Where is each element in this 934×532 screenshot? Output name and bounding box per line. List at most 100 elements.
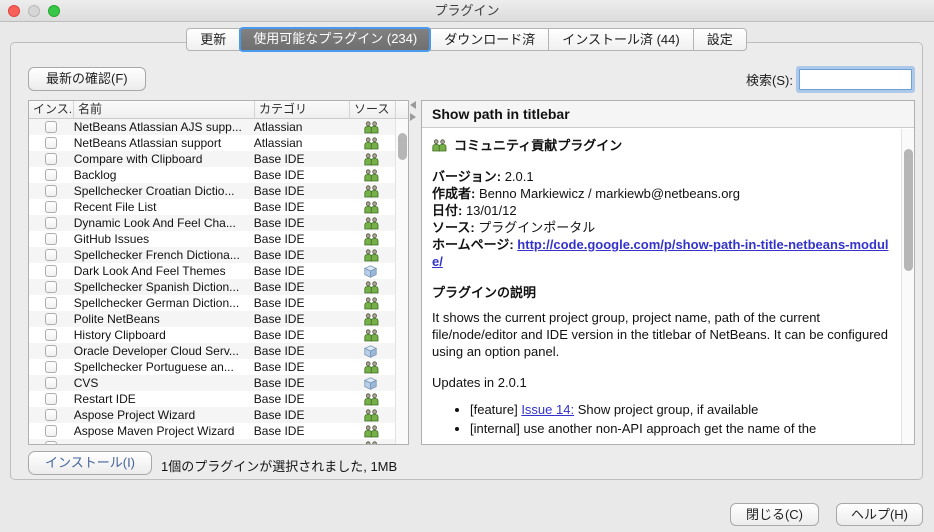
plugin-row[interactable]: Recent File List Base IDE — [29, 199, 395, 215]
install-button[interactable]: インストール(I) — [28, 451, 153, 475]
plugin-row[interactable]: Spellchecker German Diction... Base IDE — [29, 295, 395, 311]
plugin-checkbox[interactable] — [45, 281, 58, 293]
plugin-row[interactable]: Polite NetBeans Base IDE — [29, 311, 395, 327]
plugin-category: Base IDE — [253, 376, 305, 390]
plugin-checkbox[interactable] — [45, 313, 58, 325]
plugin-category: Base IDE — [253, 152, 305, 166]
community-users-icon — [364, 312, 379, 326]
community-users-icon — [364, 424, 379, 438]
plugin-row[interactable]: Compare with Clipboard Base IDE — [29, 151, 395, 167]
community-users-icon — [364, 280, 379, 294]
plugin-name: Dark Look And Feel Themes — [73, 264, 226, 278]
plugin-checkbox[interactable] — [45, 185, 58, 197]
plugin-row[interactable]: Spellchecker Portuguese an... Base IDE — [29, 359, 395, 375]
plugin-row[interactable]: Oracle Developer Cloud Serv... Base IDE — [29, 343, 395, 359]
table-scrollbar[interactable] — [395, 119, 408, 444]
plugin-row[interactable]: Dynamic Look And Feel Cha... Base IDE — [29, 215, 395, 231]
community-users-icon — [364, 184, 379, 198]
plugin-table-header: インス... 名前 カテゴリ ソース — [29, 101, 408, 119]
help-button[interactable]: ヘルプ(H) — [836, 503, 923, 526]
community-users-icon — [364, 360, 379, 374]
detail-meta-line: ホームページ: http://code.google.com/p/show-pa… — [432, 237, 889, 269]
plugin-row[interactable]: Backlog Base IDE — [29, 167, 395, 183]
check-newest-button[interactable]: 最新の確認(F) — [28, 67, 146, 91]
plugin-checkbox[interactable] — [45, 393, 58, 405]
plugin-details-pane: Show path in titlebar コミュニティ貢献プラグイン バージョ… — [421, 100, 915, 445]
plugin-manager-tabs: 更新 使用可能なプラグイン (234) ダウンロード済 インストール済 (44)… — [0, 27, 934, 52]
plugin-checkbox[interactable] — [45, 425, 58, 437]
plugin-name: Oracle Developer Cloud Serv... — [73, 344, 239, 358]
issue-link[interactable]: Issue 14: — [521, 402, 574, 417]
column-name[interactable]: 名前 — [74, 101, 255, 118]
splitter — [410, 101, 418, 125]
plugin-row[interactable]: Restart IDE Base IDE — [29, 391, 395, 407]
community-users-icon — [364, 168, 379, 182]
plugin-row[interactable] — [29, 439, 395, 444]
column-category[interactable]: カテゴリ — [255, 101, 350, 118]
plugin-checkbox[interactable] — [45, 297, 58, 309]
plugin-row[interactable]: Spellchecker French Dictiona... Base IDE — [29, 247, 395, 263]
plugin-checkbox[interactable] — [45, 409, 58, 421]
plugin-row[interactable]: NetBeans Atlassian support Atlassian — [29, 135, 395, 151]
plugin-name: Spellchecker Portuguese an... — [73, 360, 234, 374]
community-users-icon — [364, 248, 379, 262]
close-button[interactable]: 閉じる(C) — [730, 503, 819, 526]
community-users-icon — [364, 408, 379, 422]
plugin-row[interactable]: Dark Look And Feel Themes Base IDE — [29, 263, 395, 279]
plugin-checkbox[interactable] — [45, 441, 58, 444]
details-scrollbar[interactable] — [901, 129, 914, 444]
plugin-checkbox[interactable] — [45, 217, 58, 229]
plugin-name: Aspose Project Wizard — [73, 408, 196, 422]
collapse-right-icon[interactable] — [410, 113, 416, 121]
plugin-row[interactable]: CVS Base IDE — [29, 375, 395, 391]
plugin-checkbox[interactable] — [45, 233, 58, 245]
plugin-name: GitHub Issues — [73, 232, 150, 246]
updates-list: [feature] Issue 14: Show project group, … — [470, 401, 895, 437]
plugin-checkbox[interactable] — [45, 361, 58, 373]
community-users-icon — [432, 139, 447, 152]
community-users-icon — [364, 216, 379, 230]
community-users-icon — [364, 392, 379, 406]
plugin-row[interactable]: GitHub Issues Base IDE — [29, 231, 395, 247]
detail-meta-line: 日付: 13/01/12 — [432, 203, 517, 218]
plugin-category: Atlassian — [253, 136, 303, 150]
details-scrollbar-thumb[interactable] — [904, 149, 913, 271]
plugin-category: Base IDE — [253, 200, 305, 214]
tab-settings[interactable]: 設定 — [692, 28, 747, 51]
plugin-row[interactable]: Spellchecker Spanish Diction... Base IDE — [29, 279, 395, 295]
tab-updates[interactable]: 更新 — [186, 28, 241, 51]
search-row: 検索(S): — [746, 69, 912, 90]
plugin-category: Base IDE — [253, 408, 305, 422]
plugin-row[interactable]: History Clipboard Base IDE — [29, 327, 395, 343]
collapse-left-icon[interactable] — [410, 101, 416, 109]
selection-status: 1個のプラグインが選択されました, 1MB — [161, 459, 398, 474]
plugin-name: Spellchecker French Dictiona... — [73, 248, 240, 262]
plugin-checkbox[interactable] — [45, 121, 58, 133]
tab-available-plugins[interactable]: 使用可能なプラグイン (234) — [239, 27, 432, 52]
table-scrollbar-thumb[interactable] — [398, 133, 407, 160]
column-source[interactable]: ソース — [350, 101, 396, 118]
plugin-checkbox[interactable] — [45, 249, 58, 261]
plugin-row[interactable]: Aspose Project Wizard Base IDE — [29, 407, 395, 423]
plugin-checkbox[interactable] — [45, 377, 58, 389]
plugin-name: Spellchecker Spanish Diction... — [73, 280, 240, 294]
plugin-category: Base IDE — [253, 360, 305, 374]
plugin-checkbox[interactable] — [45, 345, 58, 357]
plugin-checkbox[interactable] — [45, 153, 58, 165]
plugin-name: Aspose Maven Project Wizard — [73, 424, 235, 438]
tab-installed[interactable]: インストール済 (44) — [548, 28, 694, 51]
update-item: [feature] Issue 14: Show project group, … — [470, 401, 895, 418]
plugin-checkbox[interactable] — [45, 169, 58, 181]
tab-downloaded[interactable]: ダウンロード済 — [430, 28, 550, 51]
plugin-checkbox[interactable] — [45, 201, 58, 213]
plugin-category: Base IDE — [253, 328, 305, 342]
plugin-row[interactable]: Spellchecker Croatian Dictio... Base IDE — [29, 183, 395, 199]
column-install[interactable]: インス... — [29, 101, 74, 118]
plugin-checkbox[interactable] — [45, 137, 58, 149]
plugin-row[interactable]: Aspose Maven Project Wizard Base IDE — [29, 423, 395, 439]
plugin-row[interactable]: NetBeans Atlassian AJS supp... Atlassian — [29, 119, 395, 135]
plugin-checkbox[interactable] — [45, 265, 58, 277]
plugin-checkbox[interactable] — [45, 329, 58, 341]
search-input[interactable] — [799, 69, 912, 90]
updates-title: Updates in 2.0.1 — [432, 375, 527, 390]
